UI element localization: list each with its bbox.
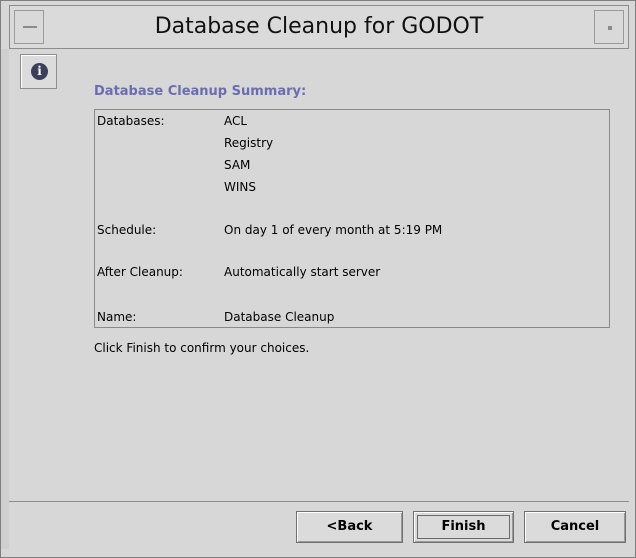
schedule-value: On day 1 of every month at 5:19 PM	[224, 223, 443, 237]
confirm-instruction: Click Finish to confirm your choices.	[94, 341, 310, 355]
database-item: ACL	[224, 114, 248, 128]
name-label: Name:	[97, 310, 137, 324]
after-cleanup-label: After Cleanup:	[97, 265, 183, 279]
database-item: WINS	[224, 180, 256, 194]
dialog-window: Database Cleanup for GODOT i Database Cl…	[0, 0, 636, 558]
window-menu-button[interactable]	[14, 10, 44, 44]
summary-panel: Databases: ACL Registry SAM WINS Schedul…	[94, 109, 610, 328]
cancel-button[interactable]: Cancel	[524, 511, 626, 543]
window-menu-icon	[23, 26, 37, 28]
summary-heading: Database Cleanup Summary:	[94, 84, 307, 99]
after-cleanup-value: Automatically start server	[224, 265, 381, 279]
info-icon: i	[31, 63, 48, 80]
window-frame-left	[1, 49, 9, 549]
schedule-label: Schedule:	[97, 223, 157, 237]
database-item: SAM	[224, 158, 251, 172]
back-button[interactable]: <Back	[296, 511, 403, 543]
finish-button[interactable]: Finish	[413, 511, 514, 543]
databases-label: Databases:	[97, 114, 165, 128]
maximize-button[interactable]	[594, 10, 624, 44]
maximize-icon	[608, 26, 612, 30]
title-bar[interactable]: Database Cleanup for GODOT	[9, 5, 629, 49]
name-value: Database Cleanup	[224, 310, 335, 324]
info-button[interactable]: i	[20, 54, 57, 89]
database-item: Registry	[224, 136, 274, 150]
window-title: Database Cleanup for GODOT	[154, 14, 484, 39]
